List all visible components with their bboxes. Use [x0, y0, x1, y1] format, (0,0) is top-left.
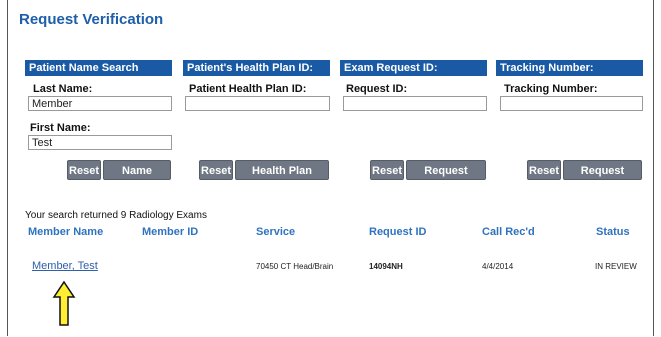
column-member-id[interactable]: Member ID — [142, 226, 198, 238]
first-name-label: First Name: — [30, 122, 91, 134]
service-cell: 70450 CT Head/Brain — [256, 262, 334, 271]
status-cell: IN REVIEW — [595, 262, 637, 271]
reset-button-name[interactable]: Reset — [67, 160, 101, 180]
panel-header-health-plan: Patient's Health Plan ID: — [183, 60, 330, 76]
request-search-button[interactable]: Request Search — [406, 160, 486, 197]
first-name-input[interactable] — [28, 135, 172, 150]
column-member-name[interactable]: Member Name — [28, 226, 103, 238]
panel-header-tracking: Tracking Number: — [496, 60, 643, 76]
page-title: Request Verification — [19, 11, 164, 28]
health-plan-id-input[interactable] — [185, 96, 330, 111]
up-arrow-icon — [52, 280, 76, 326]
call-recd-cell: 4/4/2014 — [482, 262, 514, 271]
panel-header-exam-request: Exam Request ID: — [340, 60, 487, 76]
reset-button-tracking[interactable]: Reset — [527, 160, 561, 180]
column-status[interactable]: Status — [596, 226, 630, 238]
tracking-search-button[interactable]: Request Search — [563, 160, 642, 197]
name-search-button[interactable]: Name Search — [103, 160, 171, 197]
column-service[interactable]: Service — [256, 226, 295, 238]
column-call-recd[interactable]: Call Rec'd — [482, 226, 535, 238]
last-name-label: Last Name: — [33, 83, 93, 95]
request-id-input[interactable] — [343, 96, 487, 111]
member-name-link[interactable]: Member, Test — [32, 260, 98, 272]
health-plan-search-button[interactable]: Health Plan Search — [235, 160, 329, 197]
health-plan-id-label: Patient Health Plan ID: — [189, 83, 307, 95]
column-request-id[interactable]: Request ID — [369, 226, 426, 238]
request-id-cell: 14094NH — [369, 262, 403, 271]
request-id-label: Request ID: — [346, 83, 408, 95]
tracking-number-input[interactable] — [500, 96, 643, 111]
reset-button-request[interactable]: Reset — [370, 160, 404, 180]
results-summary: Your search returned 9 Radiology Exams — [25, 210, 207, 221]
reset-button-health-plan[interactable]: Reset — [199, 160, 233, 180]
tracking-number-label: Tracking Number: — [504, 83, 598, 95]
last-name-input[interactable] — [28, 96, 172, 111]
panel-header-patient-name: Patient Name Search — [25, 60, 172, 76]
